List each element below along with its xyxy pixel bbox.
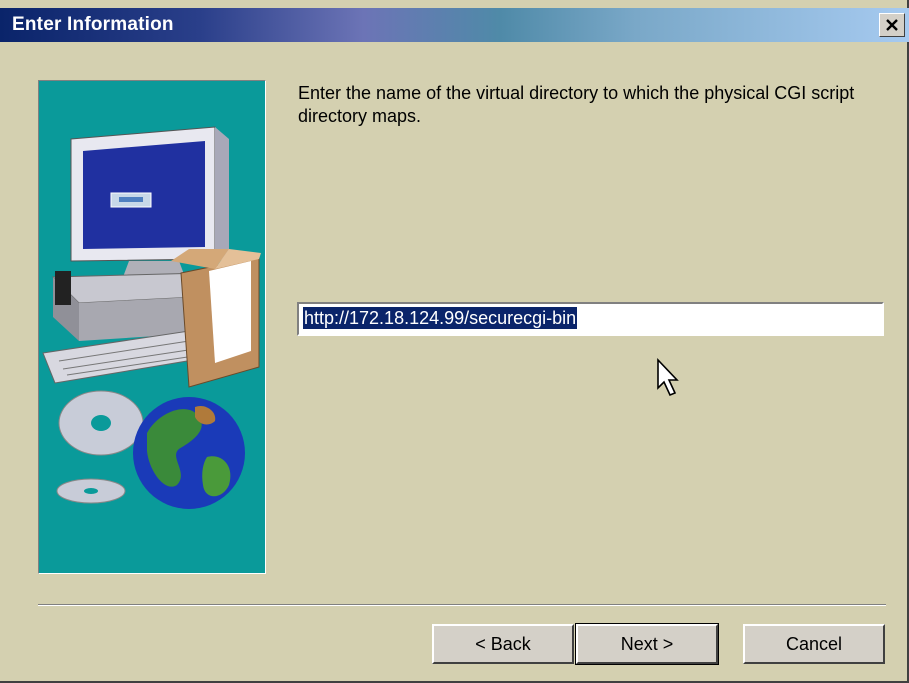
virtual-directory-input[interactable]: http://172.18.124.99/securecgi-bin	[297, 302, 884, 336]
next-button[interactable]: Next >	[575, 623, 719, 665]
cancel-button[interactable]: Cancel	[743, 624, 885, 664]
window-title: Enter Information	[12, 14, 174, 35]
back-button[interactable]: < Back	[432, 624, 574, 664]
close-icon	[886, 19, 898, 31]
dialog-window: Enter Information Enter the name of the …	[0, 0, 909, 683]
button-separator	[38, 604, 886, 606]
close-button[interactable]	[879, 13, 905, 37]
mouse-pointer-icon	[657, 358, 679, 397]
instruction-text: Enter the name of the virtual directory …	[298, 83, 855, 126]
computer-globe-illustration	[42, 126, 261, 509]
setup-illustration	[38, 80, 266, 574]
selected-url-text: http://172.18.124.99/securecgi-bin	[303, 307, 578, 329]
title-bar[interactable]: Enter Information	[0, 8, 909, 42]
